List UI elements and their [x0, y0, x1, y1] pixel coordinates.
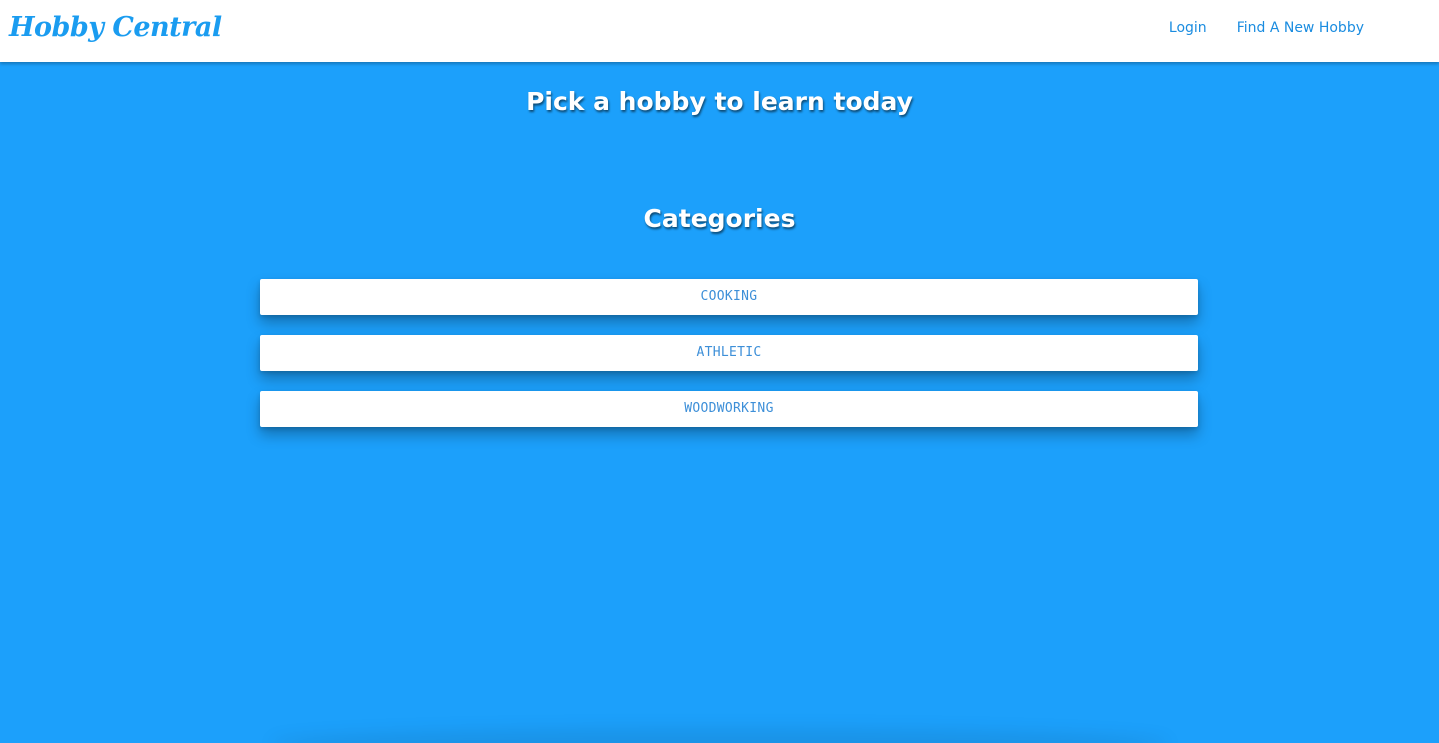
brand-logo[interactable]: Hobby Central — [9, 12, 222, 43]
category-list: COOKING ATHLETIC WOODWORKING — [260, 279, 1198, 447]
category-button-woodworking[interactable]: WOODWORKING — [260, 391, 1198, 427]
footer-shadow — [270, 728, 1170, 743]
category-button-cooking[interactable]: COOKING — [260, 279, 1198, 315]
nav-links: Login Find A New Hobby — [1169, 20, 1364, 36]
category-button-athletic[interactable]: ATHLETIC — [260, 335, 1198, 371]
find-new-hobby-link[interactable]: Find A New Hobby — [1237, 20, 1364, 36]
categories-title: Categories — [643, 204, 796, 233]
page-headline: Pick a hobby to learn today — [526, 87, 913, 116]
login-link[interactable]: Login — [1169, 20, 1207, 36]
top-navbar: Hobby Central Login Find A New Hobby — [0, 0, 1439, 62]
